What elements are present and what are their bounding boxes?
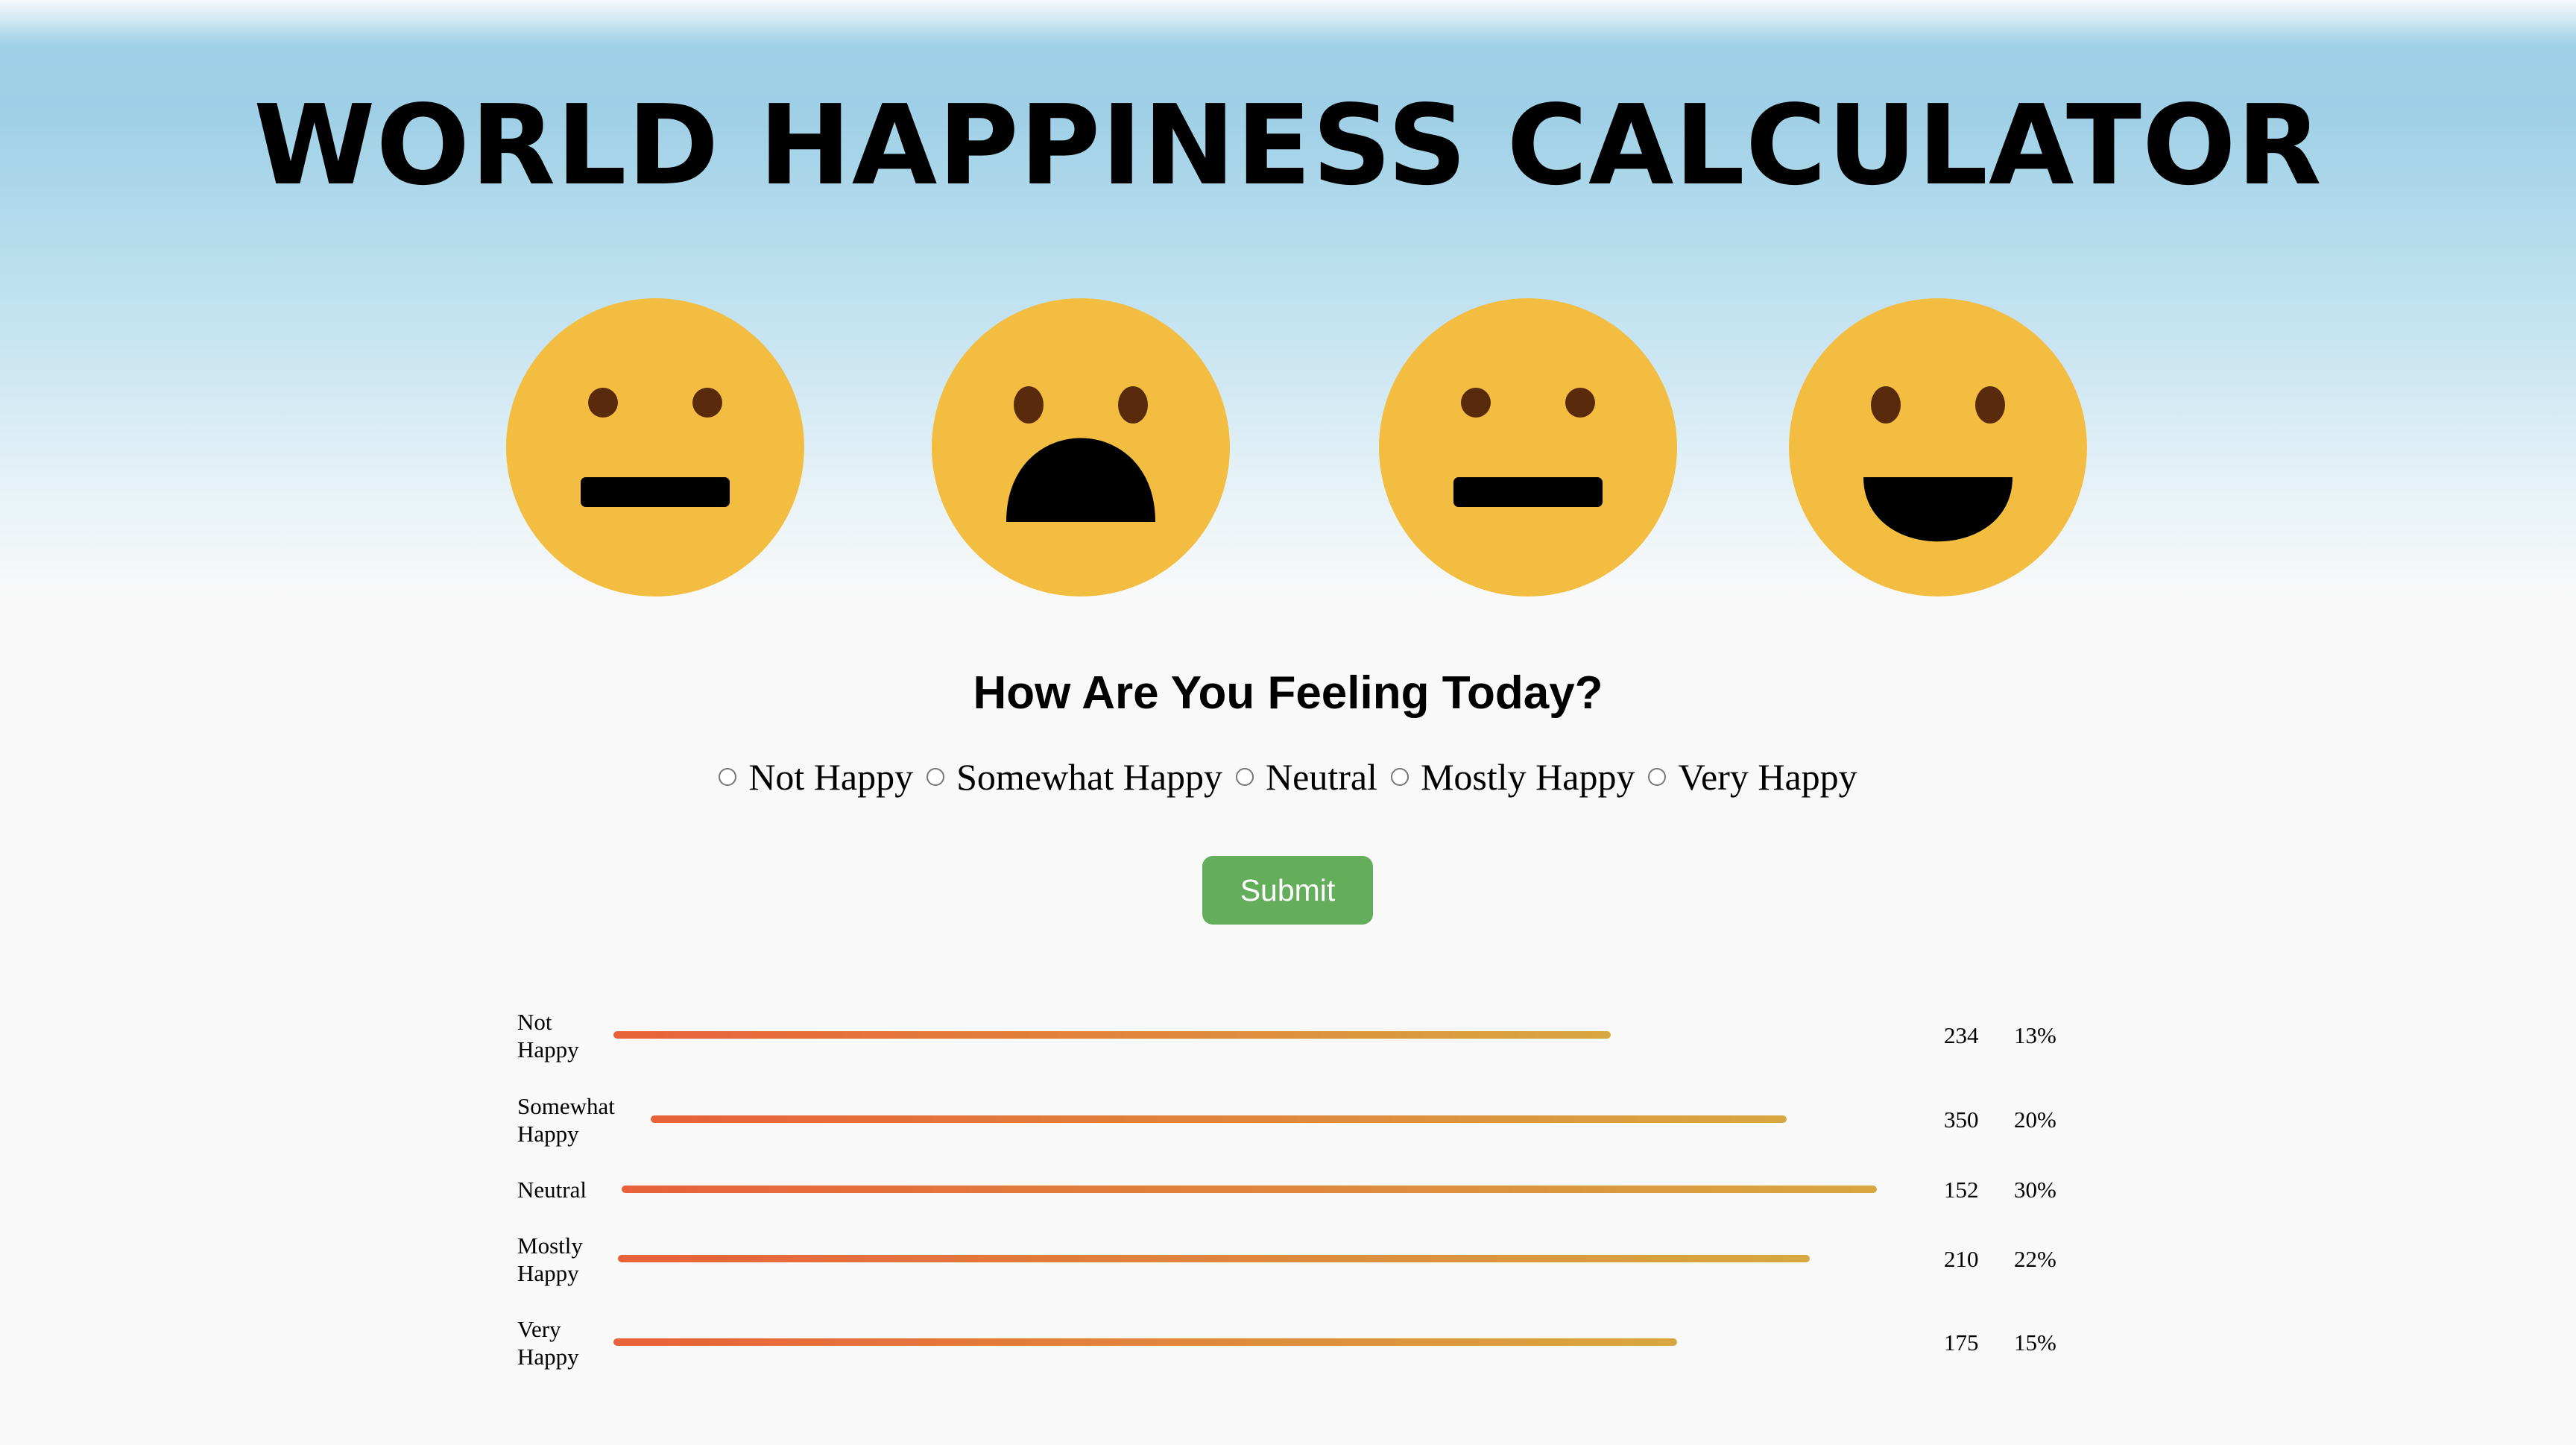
result-bar <box>613 1031 1611 1039</box>
unhappy-face-icon <box>932 298 1230 596</box>
option-label: Very Happy <box>1678 756 1857 798</box>
survey-question: How Are You Feeling Today? <box>973 667 1603 719</box>
option-somewhat-happy[interactable]: Somewhat Happy <box>926 755 1222 799</box>
neutral-face-icon <box>1379 298 1677 596</box>
result-bar <box>618 1255 1810 1262</box>
result-label: Somewhat Happy <box>517 1092 629 1148</box>
option-label: Mostly Happy <box>1420 756 1635 798</box>
option-very-happy[interactable]: Very Happy <box>1648 755 1857 799</box>
result-bar <box>613 1338 1677 1346</box>
result-label-line: Happy <box>517 1344 579 1370</box>
result-count: 210 <box>1944 1246 1979 1272</box>
result-percent: 20% <box>2014 1106 2056 1133</box>
result-label: Not Happy <box>517 1008 629 1063</box>
radio-very-happy[interactable] <box>1648 768 1667 786</box>
neutral-face-icon <box>506 298 804 596</box>
option-label: Neutral <box>1266 756 1377 798</box>
option-mostly-happy[interactable]: Mostly Happy <box>1390 755 1635 799</box>
result-percent: 15% <box>2014 1329 2056 1356</box>
mood-options: Not Happy Somewhat Happy Neutral Mostly … <box>0 747 2576 807</box>
result-label-line: Somewhat <box>517 1093 615 1119</box>
result-label-line: Not <box>517 1009 552 1035</box>
result-label-line: Happy <box>517 1036 579 1062</box>
happy-face-icon <box>1789 298 2087 596</box>
radio-not-happy[interactable] <box>719 768 737 786</box>
radio-somewhat-happy[interactable] <box>926 768 945 786</box>
result-percent: 30% <box>2014 1177 2056 1203</box>
result-label: Very Happy <box>517 1315 629 1370</box>
result-label-line: Mostly <box>517 1232 583 1259</box>
result-label-line: Very <box>517 1316 561 1342</box>
page-title: WORLD HAPPINESS CALCULATOR <box>253 81 2323 210</box>
result-label-line: Neutral <box>517 1177 587 1203</box>
radio-mostly-happy[interactable] <box>1390 768 1409 786</box>
result-count: 175 <box>1944 1329 1979 1356</box>
result-label: Neutral <box>517 1176 629 1203</box>
result-label: Mostly Happy <box>517 1232 629 1287</box>
radio-neutral[interactable] <box>1236 768 1254 786</box>
option-not-happy[interactable]: Not Happy <box>719 755 913 799</box>
result-bar <box>622 1186 1877 1193</box>
submit-button[interactable]: Submit <box>1202 856 1373 925</box>
result-bar <box>651 1115 1787 1123</box>
result-count: 152 <box>1944 1177 1979 1203</box>
option-label: Somewhat Happy <box>956 756 1223 798</box>
result-label-line: Happy <box>517 1121 579 1147</box>
result-percent: 22% <box>2014 1246 2056 1272</box>
result-label-line: Happy <box>517 1260 579 1286</box>
result-count: 350 <box>1944 1106 1979 1133</box>
option-neutral[interactable]: Neutral <box>1236 755 1377 799</box>
result-percent: 13% <box>2014 1022 2056 1048</box>
option-label: Not Happy <box>748 756 914 798</box>
result-count: 234 <box>1944 1022 1979 1048</box>
